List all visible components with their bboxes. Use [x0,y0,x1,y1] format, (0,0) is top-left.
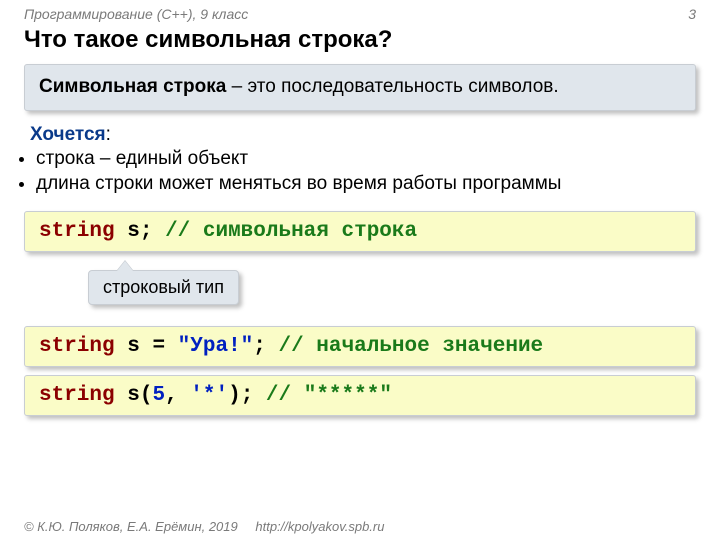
code-punct: = [152,335,177,358]
code-block-init: string s = "Ура!"; // начальное значение [24,326,696,367]
definition-text: – это последовательность символов. [226,76,558,97]
callout-bubble: строковый тип [88,270,239,305]
code-string: "Ура!" [178,335,254,358]
code-punct: , [165,384,190,407]
code-comment: // символьная строка [165,220,417,243]
code-identifier: s [115,220,140,243]
definition-box: Символьная строка – это последовательнос… [24,64,696,111]
wants-section: Хочется: строка – единый объект длина ст… [0,119,720,197]
code-keyword: string [39,384,115,407]
list-item: строка – единый объект [36,147,696,172]
footer-url: http://kpolyakov.spb.ru [255,519,384,534]
wants-list: строка – единый объект длина строки може… [30,147,696,196]
slide-header: Программирование (C++), 9 класс 3 [0,0,720,24]
course-label: Программирование (C++), 9 класс [24,6,248,22]
code-block-declare: string s; // символьная строка [24,211,696,252]
wants-label: Хочется [30,124,106,145]
code-comment: // начальное значение [279,335,544,358]
code-char: '*' [190,384,228,407]
slide-footer: © К.Ю. Поляков, Е.А. Ерёмин, 2019 http:/… [24,519,384,534]
page-number: 3 [688,6,696,22]
code-punct: ; [253,335,278,358]
code-comment: // "*****" [266,384,392,407]
code-keyword: string [39,220,115,243]
code-punct: ) [228,384,241,407]
code-block-constructor: string s(5, '*'); // "*****" [24,375,696,416]
list-item: длина строки может меняться во время раб… [36,172,696,197]
code-identifier: s [115,384,140,407]
page-title: Что такое символьная строка? [0,24,720,64]
code-number: 5 [152,384,165,407]
callout-wrap: строковый тип [0,262,720,318]
definition-term: Символьная строка [39,76,226,97]
copyright: © К.Ю. Поляков, Е.А. Ерёмин, 2019 [24,519,238,534]
code-punct: ; [140,220,165,243]
code-punct: ( [140,384,153,407]
code-punct: ; [241,384,266,407]
code-identifier: s [115,335,153,358]
code-keyword: string [39,335,115,358]
wants-colon: : [106,124,111,145]
